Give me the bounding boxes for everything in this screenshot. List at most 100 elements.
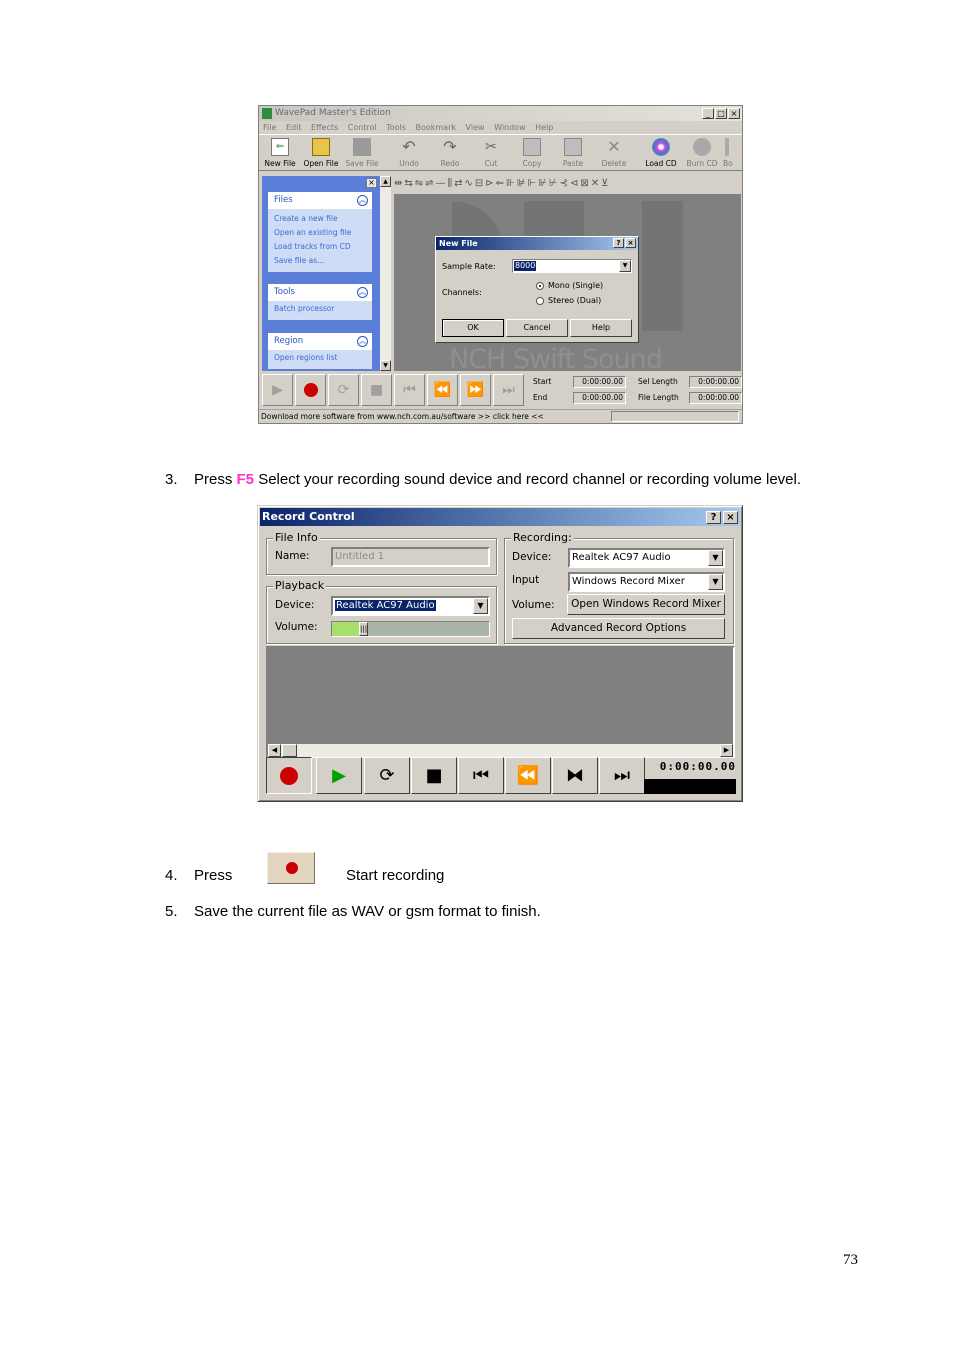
redo-icon: ↷	[443, 137, 457, 156]
start-value: 0:00:00.00	[573, 376, 626, 388]
link-save-file-as[interactable]: Save file as...	[268, 254, 372, 268]
close-icon[interactable]: ×	[728, 108, 740, 119]
skip-end-button[interactable]: ⏭	[493, 374, 524, 406]
chevron-down-icon[interactable]: ▼	[708, 550, 723, 566]
rc-rewind-button[interactable]: ⏪	[505, 757, 551, 794]
bo-button[interactable]: Bo	[723, 138, 742, 168]
skip-start-button[interactable]: ⏮	[394, 374, 425, 406]
record-waveform-area[interactable]	[266, 646, 735, 758]
rc-marker-button[interactable]: ⧓	[552, 757, 598, 794]
menu-view[interactable]: View	[466, 123, 485, 132]
record-timer: 0:00:00.00	[659, 760, 736, 773]
status-download-link[interactable]: Download more software from www.nch.com.…	[261, 412, 544, 421]
sel-length-label: Sel Length	[638, 377, 678, 386]
file-info-label: File Info	[273, 531, 320, 544]
fast-forward-button[interactable]: ⏩	[460, 374, 491, 406]
files-panel-header[interactable]: Files ︽	[268, 192, 372, 209]
menu-file[interactable]: File	[263, 123, 276, 132]
open-record-mixer-button[interactable]: Open Windows Record Mixer	[567, 594, 725, 615]
burn-cd-button[interactable]: Burn CD	[682, 138, 722, 168]
region-panel-header[interactable]: Region ︽	[268, 333, 372, 350]
loop-button[interactable]: ⟳	[328, 374, 359, 406]
file-length-value: 0:00:00.00	[689, 392, 742, 404]
rewind-icon: ⏪	[516, 765, 540, 786]
playback-volume-slider[interactable]: |||	[331, 621, 490, 637]
cut-button[interactable]: ✂ Cut	[471, 138, 511, 168]
recording-device-select[interactable]: Realtek AC97 Audio ▼	[568, 548, 725, 568]
mono-radio[interactable]: Mono (Single)	[536, 281, 603, 290]
scroll-down-icon[interactable]: ▼	[380, 360, 391, 371]
stop-button[interactable]: ■	[361, 374, 392, 406]
link-open-regions-list[interactable]: Open regions list	[268, 350, 372, 365]
advanced-record-options-button[interactable]: Advanced Record Options	[512, 618, 725, 639]
delete-button[interactable]: ✕ Delete	[594, 138, 634, 169]
sidebar-scrollbar[interactable]: ▲ ▼	[380, 176, 391, 371]
rc-skip-end-button[interactable]: ⏭	[599, 757, 645, 794]
minimize-icon[interactable]: _	[702, 108, 714, 119]
cancel-button[interactable]: Cancel	[506, 319, 568, 337]
rc-skip-start-button[interactable]: ⏮	[458, 757, 504, 794]
link-batch-processor[interactable]: Batch processor	[268, 301, 372, 316]
scroll-thumb[interactable]	[282, 744, 297, 757]
input-select[interactable]: Windows Record Mixer ▼	[568, 572, 725, 592]
chevron-down-icon[interactable]: ▼	[473, 598, 488, 614]
sidebar-close-icon[interactable]: ×	[366, 178, 377, 188]
open-file-button[interactable]: Open File	[301, 138, 341, 168]
nch-watermark: NCH Swift Sound	[449, 344, 663, 371]
close-icon[interactable]: ×	[625, 238, 636, 248]
playback-device-select[interactable]: Realtek AC97 Audio ▼	[331, 596, 490, 616]
new-file-button[interactable]: ⇐ New File	[260, 138, 300, 168]
end-value: 0:00:00.00	[573, 392, 626, 404]
collapse-chevron-icon[interactable]: ︽	[357, 336, 368, 347]
load-cd-button[interactable]: Load CD	[641, 138, 681, 168]
ok-button[interactable]: OK	[442, 319, 504, 337]
link-load-tracks-cd[interactable]: Load tracks from CD	[268, 240, 372, 254]
collapse-chevron-icon[interactable]: ︽	[357, 287, 368, 298]
files-panel: Files ︽ Create a new file Open an existin…	[268, 192, 372, 272]
collapse-chevron-icon[interactable]: ︽	[357, 195, 368, 206]
scroll-right-icon[interactable]: ▶	[720, 744, 733, 757]
name-field[interactable]: Untitled 1	[331, 547, 490, 567]
stereo-radio[interactable]: Stereo (Dual)	[536, 296, 601, 305]
link-create-new-file[interactable]: Create a new file	[268, 212, 372, 226]
record-button[interactable]	[295, 374, 326, 406]
help-icon[interactable]: ?	[613, 238, 624, 248]
horizontal-scrollbar[interactable]: ◀ ▶	[268, 744, 733, 757]
menu-help[interactable]: Help	[535, 123, 553, 132]
rc-record-button[interactable]	[266, 757, 312, 794]
tools-panel-header[interactable]: Tools ︽	[268, 284, 372, 301]
rc-play-button[interactable]: ▶	[316, 757, 362, 794]
effects-toolbar[interactable]: ⇹⇆⇋⇌—⫼⇄∿⊟⊳⇐⊪⊯⊩⊮⊬⊰⊲⊠✕⊻	[394, 176, 741, 192]
skip-end-icon: ⏭	[502, 382, 515, 398]
play-button[interactable]: ▶	[262, 374, 293, 406]
rc-stop-button[interactable]: ■	[411, 757, 457, 794]
menu-bookmark[interactable]: Bookmark	[415, 123, 456, 132]
chevron-down-icon[interactable]: ▼	[708, 574, 723, 590]
menu-edit[interactable]: Edit	[286, 123, 302, 132]
sample-rate-label: Sample Rate:	[442, 262, 496, 271]
undo-button[interactable]: ↶ Undo	[389, 138, 429, 169]
paste-button[interactable]: Paste	[553, 138, 593, 168]
help-button[interactable]: Help	[570, 319, 632, 337]
copy-button[interactable]: Copy	[512, 138, 552, 168]
menu-effects[interactable]: Effects	[311, 123, 338, 132]
menu-tools[interactable]: Tools	[386, 123, 406, 132]
chevron-down-icon[interactable]: ▼	[619, 260, 631, 272]
scroll-left-icon[interactable]: ◀	[268, 744, 281, 757]
redo-button[interactable]: ↷ Redo	[430, 137, 470, 169]
rc-loop-button[interactable]: ⟳	[364, 757, 410, 794]
rewind-button[interactable]: ⏪	[427, 374, 458, 406]
volume-thumb[interactable]: |||	[359, 622, 368, 636]
menu-control[interactable]: Control	[348, 123, 377, 132]
close-icon[interactable]: ×	[723, 511, 738, 524]
link-open-existing-file[interactable]: Open an existing file	[268, 226, 372, 240]
menu-window[interactable]: Window	[494, 123, 526, 132]
playback-label: Playback	[273, 579, 327, 592]
help-icon[interactable]: ?	[706, 511, 721, 524]
scroll-up-icon[interactable]: ▲	[380, 176, 391, 187]
sample-rate-value: 8000	[514, 261, 537, 271]
maximize-icon[interactable]: □	[715, 108, 727, 119]
new-file-icon: ⇐	[271, 138, 289, 156]
sample-rate-select[interactable]: 8000 ▼	[512, 259, 632, 273]
save-file-button[interactable]: Save File	[342, 138, 382, 168]
